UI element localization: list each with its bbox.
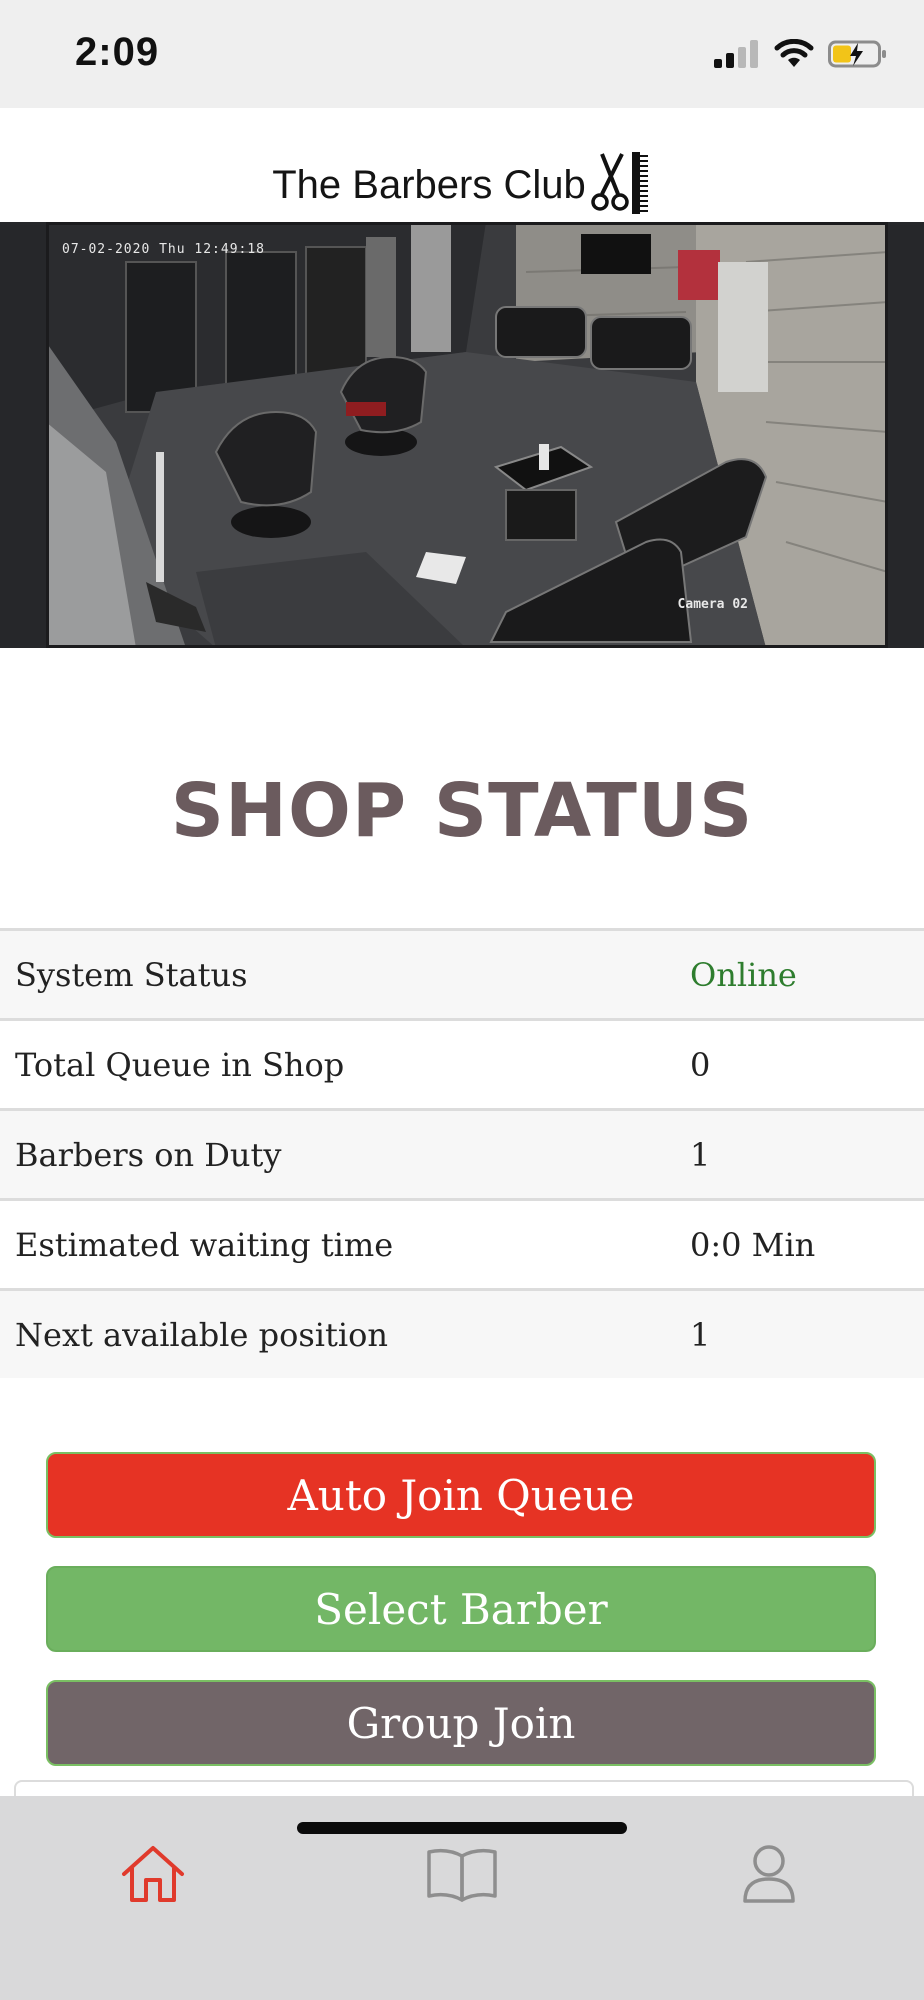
row-label: Total Queue in Shop <box>15 1045 345 1084</box>
camera-feed-frame: 07-02-2020 Thu 12:49:18 Camera 02 <box>0 222 924 648</box>
table-row-total-queue: Total Queue in Shop 0 <box>0 1021 924 1111</box>
cellular-signal-icon <box>714 39 760 73</box>
row-label: Next available position <box>15 1315 388 1354</box>
nav-home[interactable] <box>113 1836 193 1916</box>
row-value: 1 <box>690 1315 711 1354</box>
row-label: Estimated waiting time <box>15 1225 394 1264</box>
app-header: The Barbers Club <box>0 108 924 222</box>
camera-timestamp: 07-02-2020 Thu 12:49:18 <box>62 242 266 257</box>
scissors-comb-icon <box>588 150 652 216</box>
row-value: 0:0 Min <box>690 1225 816 1264</box>
camera-label: Camera 02 <box>677 597 748 612</box>
row-value: 1 <box>690 1135 711 1174</box>
status-time: 2:09 <box>75 30 160 74</box>
auto-join-queue-button[interactable]: Auto Join Queue <box>46 1452 876 1538</box>
row-label: Barbers on Duty <box>15 1135 282 1174</box>
table-row-system-status: System Status Online <box>0 931 924 1021</box>
book-icon <box>425 1844 499 1909</box>
status-value-online: Online <box>690 955 797 994</box>
home-icon <box>120 1844 186 1909</box>
row-label: System Status <box>15 955 248 994</box>
user-icon <box>741 1843 797 1910</box>
table-row-estimated-wait: Estimated waiting time 0:0 Min <box>0 1201 924 1291</box>
battery-charging-icon <box>828 39 888 74</box>
select-barber-button[interactable]: Select Barber <box>46 1566 876 1652</box>
table-row-next-position: Next available position 1 <box>0 1291 924 1378</box>
nav-profile[interactable] <box>729 1836 809 1916</box>
brand: The Barbers Club <box>0 150 924 214</box>
wifi-icon <box>774 38 814 74</box>
home-indicator[interactable] <box>297 1822 627 1834</box>
status-bar: 2:09 <box>0 0 924 108</box>
brand-name: The Barbers Club <box>272 163 586 207</box>
nav-bookings[interactable] <box>422 1836 502 1916</box>
camera-feed-image: 07-02-2020 Thu 12:49:18 Camera 02 <box>46 222 888 648</box>
table-row-barbers-on-duty: Barbers on Duty 1 <box>0 1111 924 1201</box>
page-title: SHOP STATUS <box>170 768 754 854</box>
shop-status-table: System Status Online Total Queue in Shop… <box>0 928 924 1378</box>
group-join-button[interactable]: Group Join <box>46 1680 876 1766</box>
row-value: 0 <box>690 1045 711 1084</box>
status-icons <box>714 38 888 74</box>
